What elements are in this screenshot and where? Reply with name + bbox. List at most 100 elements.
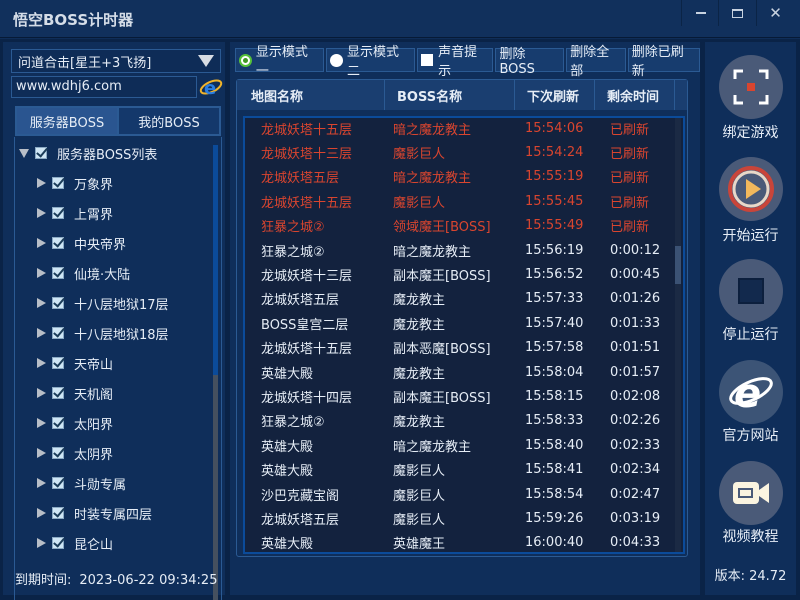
cell-next-refresh: 15:58:54	[525, 486, 584, 502]
table-row[interactable]: 英雄大殿 暗之魔龙教主 15:58:40 0:02:33	[245, 433, 675, 457]
expand-arrow-icon[interactable]	[37, 268, 46, 278]
tree-item[interactable]: 天机阁	[37, 382, 113, 404]
grid-scrollbar-thumb[interactable]	[675, 246, 681, 284]
checkbox-checked-icon[interactable]	[52, 387, 64, 399]
cell-boss: 副本魔王[BOSS]	[393, 268, 491, 284]
col-header-next[interactable]: 下次刷新	[515, 80, 595, 110]
checkbox-checked-icon[interactable]	[52, 477, 64, 489]
checkbox-checked-icon[interactable]	[52, 237, 64, 249]
stop-button[interactable]	[719, 259, 783, 323]
svg-text:e: e	[204, 78, 216, 99]
expand-arrow-icon[interactable]	[37, 448, 46, 458]
checkbox-checked-icon[interactable]	[52, 177, 64, 189]
checkbox-checked-icon[interactable]	[52, 447, 64, 459]
tree-item[interactable]: 太阴界	[37, 442, 113, 464]
col-header-map[interactable]: 地图名称	[237, 80, 385, 110]
checkbox-checked-icon[interactable]	[52, 267, 64, 279]
checkbox-checked-icon[interactable]	[52, 537, 64, 549]
table-row[interactable]: 龙城妖塔十五层 魔影巨人 15:55:45 已刷新	[245, 189, 675, 213]
cell-map: 龙城妖塔十三层	[261, 268, 353, 284]
grid-scrollbar-track[interactable]	[675, 118, 681, 552]
video-tutorial-button[interactable]	[719, 461, 783, 525]
bind-game-button[interactable]	[719, 55, 783, 119]
expand-arrow-icon[interactable]	[37, 418, 46, 428]
checkbox-checked-icon[interactable]	[52, 207, 64, 219]
table-row[interactable]: 英雄大殿 魔龙教主 15:58:04 0:01:57	[245, 360, 675, 384]
ie-browser-icon[interactable]: e	[199, 75, 223, 99]
collapse-arrow-icon[interactable]	[19, 148, 29, 158]
expand-arrow-icon[interactable]	[37, 478, 46, 488]
tree-root[interactable]: 服务器BOSS列表	[19, 142, 157, 164]
website-button[interactable]: e	[719, 360, 783, 424]
tree-item[interactable]: 斗勋专属	[37, 472, 126, 494]
tree-item[interactable]: 中央帝界	[37, 232, 126, 254]
expand-arrow-icon[interactable]	[37, 238, 46, 248]
tree-item[interactable]: 上霄界	[37, 202, 113, 224]
cell-boss: 魔影巨人	[393, 488, 446, 504]
tree-item[interactable]: 天帝山	[37, 352, 113, 374]
cell-map: 狂暴之城②	[261, 415, 325, 431]
delete-refreshed-button[interactable]: 删除已刷新	[627, 45, 700, 79]
checkbox-checked-icon[interactable]	[52, 327, 64, 339]
tree-item[interactable]: 万象界	[37, 172, 113, 194]
minimize-button[interactable]	[681, 0, 719, 26]
tree-item[interactable]: 十八层地狱18层	[37, 322, 169, 344]
cell-boss: 英雄魔王	[393, 537, 446, 553]
table-row[interactable]: 龙城妖塔十三层 副本魔王[BOSS] 15:56:52 0:00:45	[245, 262, 675, 286]
mode2-radio[interactable]: 显示模式二	[326, 45, 416, 79]
table-row[interactable]: 龙城妖塔十五层 暗之魔龙教主 15:54:06 已刷新	[245, 118, 675, 140]
maximize-button[interactable]	[718, 0, 756, 26]
cell-boss: 暗之魔龙教主	[393, 122, 472, 138]
table-row[interactable]: 龙城妖塔十四层 副本魔王[BOSS] 15:58:15 0:02:08	[245, 384, 675, 408]
tree-scrollbar-thumb[interactable]	[213, 145, 218, 375]
cell-remaining: 0:01:33	[610, 315, 661, 331]
expand-arrow-icon[interactable]	[37, 388, 46, 398]
checkbox-checked-icon[interactable]	[52, 417, 64, 429]
delete-all-button[interactable]: 删除全部	[566, 45, 626, 79]
tree-item-label: 斗勋专属	[74, 477, 127, 493]
cell-next-refresh: 15:55:45	[525, 193, 584, 209]
expand-arrow-icon[interactable]	[37, 538, 46, 548]
tab-server-boss[interactable]: 服务器BOSS	[16, 107, 118, 135]
mode1-radio[interactable]: 显示模式一	[235, 45, 325, 79]
tree-item[interactable]: 仙境·大陆	[37, 262, 130, 284]
table-row[interactable]: 沙巴克藏宝阁 魔影巨人 15:58:54 0:02:47	[245, 482, 675, 506]
expand-arrow-icon[interactable]	[37, 358, 46, 368]
delete-boss-button[interactable]: 删除BOSS	[495, 47, 565, 77]
tree-item[interactable]: 太阳界	[37, 412, 113, 434]
tree-item[interactable]: 时装专属四层	[37, 502, 152, 524]
table-row[interactable]: 狂暴之城② 领域魔王[BOSS] 15:55:49 已刷新	[245, 214, 675, 238]
tree-item[interactable]: 昆仑山	[37, 532, 113, 554]
expand-arrow-icon[interactable]	[37, 328, 46, 338]
expand-arrow-icon[interactable]	[37, 208, 46, 218]
table-row[interactable]: 龙城妖塔十三层 魔影巨人 15:54:24 已刷新	[245, 140, 675, 164]
cell-remaining: 0:02:26	[610, 413, 661, 429]
table-row[interactable]: 龙城妖塔五层 魔龙教主 15:57:33 0:01:26	[245, 287, 675, 311]
checkbox-checked-icon[interactable]	[52, 507, 64, 519]
table-row[interactable]: 英雄大殿 魔影巨人 15:58:41 0:02:34	[245, 458, 675, 482]
table-row[interactable]: 狂暴之城② 魔龙教主 15:58:33 0:02:26	[245, 409, 675, 433]
sound-checkbox[interactable]: 声音提示	[417, 45, 494, 79]
checkbox-checked-icon[interactable]	[52, 297, 64, 309]
table-row[interactable]: 英雄大殿 英雄魔王 16:00:40 0:04:33	[245, 531, 675, 553]
url-field[interactable]: www.wdhj6.com	[11, 76, 197, 98]
table-row[interactable]: 龙城妖塔五层 暗之魔龙教主 15:55:19 已刷新	[245, 165, 675, 189]
table-row[interactable]: 龙城妖塔五层 魔影巨人 15:59:26 0:03:19	[245, 506, 675, 530]
checkbox-checked-icon[interactable]	[35, 147, 47, 159]
checkbox-checked-icon[interactable]	[52, 357, 64, 369]
close-button[interactable]: ✕	[756, 0, 794, 26]
cell-remaining: 已刷新	[610, 220, 650, 236]
col-header-remain[interactable]: 剩余时间	[595, 80, 675, 110]
tab-my-boss[interactable]: 我的BOSS	[118, 107, 220, 135]
expand-arrow-icon[interactable]	[37, 178, 46, 188]
expand-arrow-icon[interactable]	[37, 508, 46, 518]
table-row[interactable]: 狂暴之城② 暗之魔龙教主 15:56:19 0:00:12	[245, 238, 675, 262]
server-select[interactable]: 问道合击[星王+3飞扬]	[11, 49, 221, 73]
col-header-boss[interactable]: BOSS名称	[385, 80, 515, 110]
table-row[interactable]: 龙城妖塔十五层 副本恶魔[BOSS] 15:57:58 0:01:51	[245, 336, 675, 360]
expand-arrow-icon[interactable]	[37, 298, 46, 308]
start-button[interactable]	[719, 157, 783, 221]
minimize-icon	[695, 12, 706, 14]
tree-item[interactable]: 十八层地狱17层	[37, 292, 169, 314]
table-row[interactable]: BOSS皇宫二层 魔龙教主 15:57:40 0:01:33	[245, 311, 675, 335]
